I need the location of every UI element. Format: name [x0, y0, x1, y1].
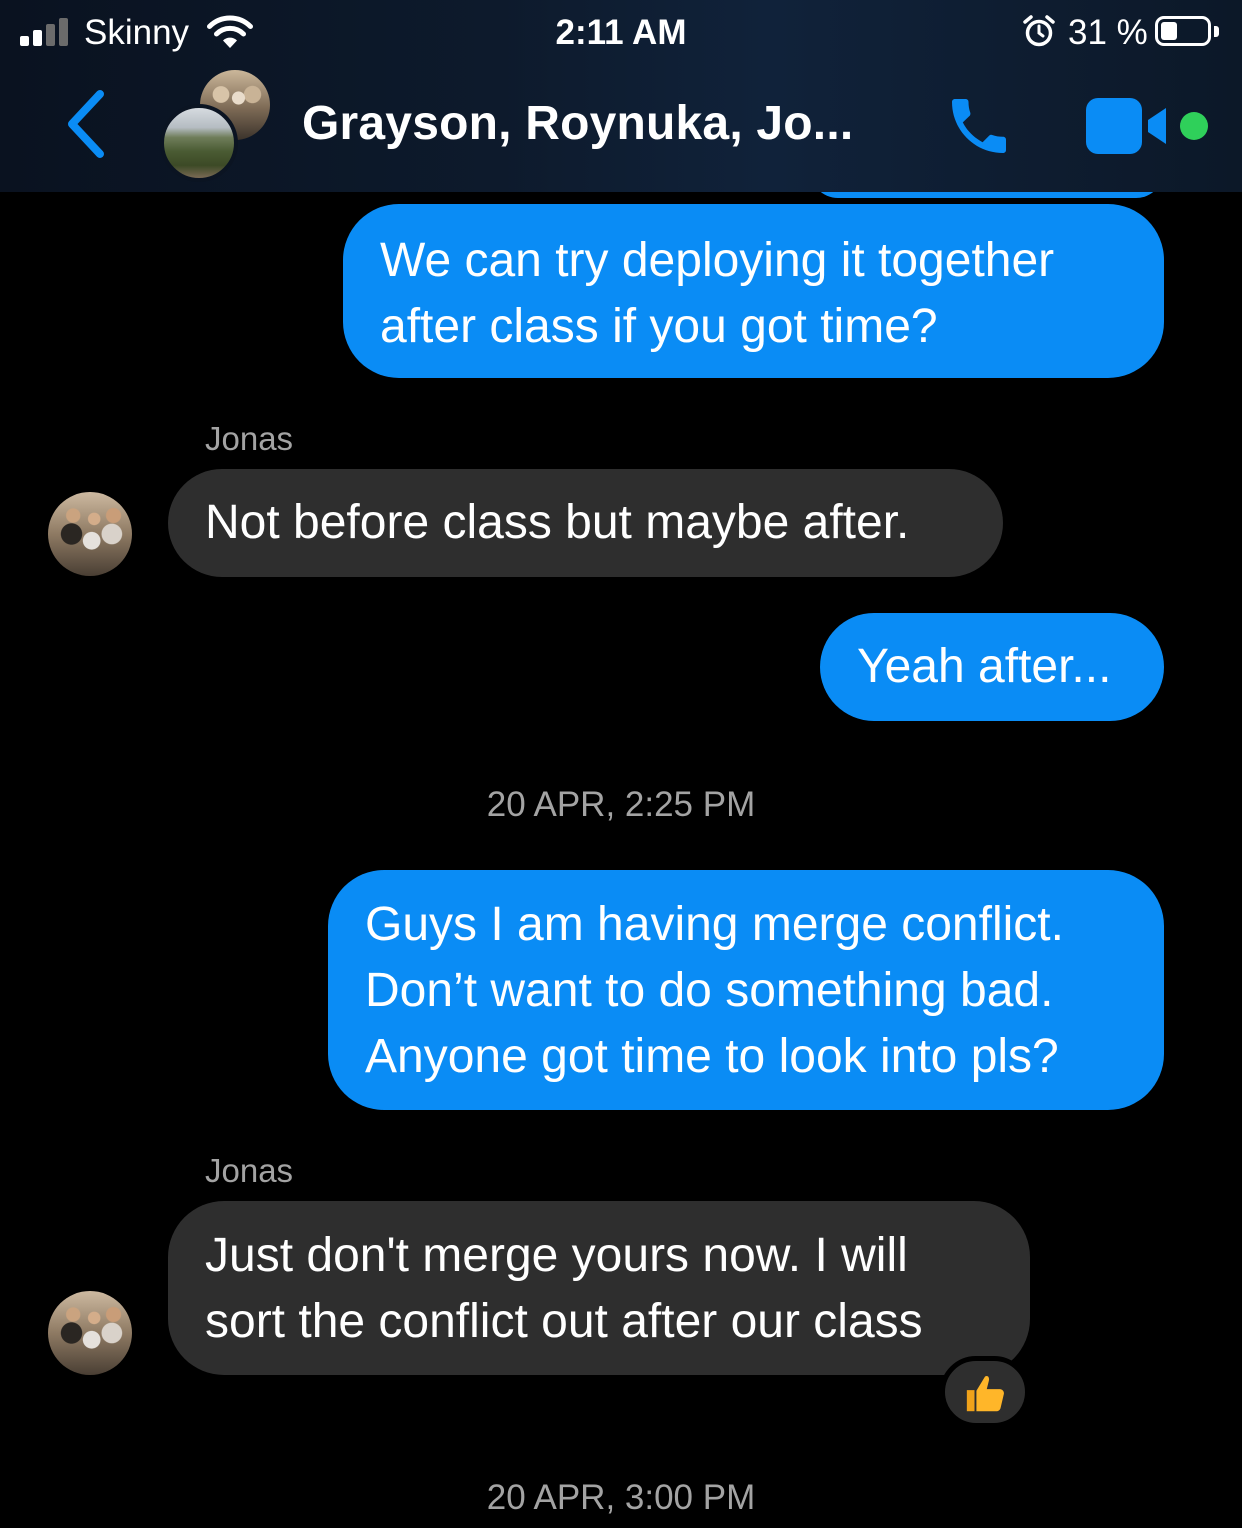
- phone-icon[interactable]: [942, 90, 1016, 162]
- conversation-title[interactable]: Grayson, Roynuka, Jo...: [302, 96, 853, 151]
- video-camera-icon[interactable]: [1086, 98, 1170, 154]
- reaction-badge[interactable]: [940, 1356, 1030, 1428]
- date-separator: 20 APR, 2:25 PM: [486, 785, 756, 824]
- battery-icon: [1155, 16, 1211, 46]
- back-chevron-icon[interactable]: [62, 88, 110, 160]
- outgoing-message[interactable]: Guys I am having merge conflict. Don’t w…: [328, 870, 1164, 1110]
- incoming-message[interactable]: Not before class but maybe after.: [168, 469, 1003, 577]
- alarm-icon: [1023, 15, 1055, 47]
- member-avatar: [160, 104, 238, 182]
- online-status-dot: [1180, 112, 1208, 140]
- sender-avatar[interactable]: [48, 492, 132, 576]
- outgoing-message[interactable]: Yeah after...: [820, 613, 1164, 721]
- date-separator: 20 APR, 3:00 PM: [486, 1478, 756, 1517]
- sender-name: Jonas: [205, 1152, 294, 1189]
- sender-name: Jonas: [205, 420, 294, 457]
- status-bar: Skinny 2:11 AM 31 %: [0, 0, 1242, 64]
- outgoing-message[interactable]: We can try deploying it together after c…: [343, 204, 1164, 378]
- group-avatar[interactable]: [160, 70, 272, 182]
- message-thread: We can try deploying it together after c…: [0, 0, 1242, 1528]
- incoming-message[interactable]: Just don't merge yours now. I will sort …: [168, 1201, 1030, 1375]
- sender-avatar[interactable]: [48, 1291, 132, 1375]
- thumbs-up-icon: [966, 1376, 1004, 1412]
- battery-percentage: 31 %: [1068, 13, 1148, 52]
- conversation-header: Skinny 2:11 AM 31 % Grayson, Roynuka, Jo…: [0, 0, 1242, 192]
